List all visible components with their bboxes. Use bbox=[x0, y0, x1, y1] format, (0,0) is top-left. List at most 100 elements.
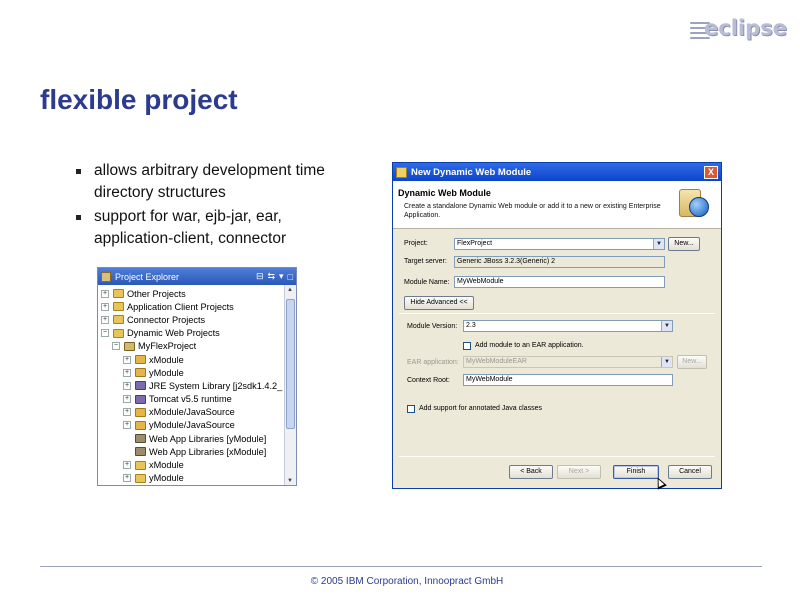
close-icon[interactable]: X bbox=[704, 165, 718, 179]
next-button[interactable]: Next > bbox=[557, 465, 601, 479]
eclipse-logo: eclipse bbox=[690, 14, 787, 44]
tree-item[interactable]: Web App Libraries [yModule] bbox=[101, 432, 282, 445]
tree-item[interactable]: + Tomcat v5.5 runtime bbox=[101, 393, 282, 406]
dialog-heading: Dynamic Web Module bbox=[398, 188, 491, 198]
tree-item-label: xModule bbox=[149, 460, 184, 471]
expand-icon[interactable]: + bbox=[123, 408, 131, 417]
tree-item[interactable]: + yModule bbox=[101, 472, 282, 485]
tree-item-label: yModule bbox=[149, 367, 184, 378]
tree-item[interactable]: + xModule/JavaSource bbox=[101, 406, 282, 419]
separator bbox=[399, 456, 715, 457]
scroll-down-icon[interactable]: ▼ bbox=[287, 478, 293, 484]
jar-icon bbox=[135, 447, 146, 457]
hide-advanced-button[interactable]: Hide Advanced << bbox=[404, 296, 474, 310]
project-combo[interactable]: FlexProject ▼ bbox=[454, 238, 665, 250]
dialog-titlebar: New Dynamic Web Module X bbox=[393, 163, 721, 181]
explorer-icon bbox=[101, 271, 111, 282]
tree-item[interactable]: + Other Projects bbox=[101, 287, 282, 300]
folder-icon bbox=[135, 473, 146, 483]
tree-item-label: Other Projects bbox=[127, 288, 186, 299]
scroll-thumb[interactable] bbox=[286, 299, 295, 429]
project-value: FlexProject bbox=[457, 240, 493, 247]
tree-item-label: Web App Libraries [yModule] bbox=[149, 433, 267, 444]
tree-item-label: yModule/JavaSource bbox=[149, 420, 235, 431]
collapse-icon[interactable]: − bbox=[112, 342, 120, 351]
expand-icon[interactable]: + bbox=[123, 474, 131, 483]
chevron-down-icon[interactable]: ▼ bbox=[653, 239, 664, 249]
tree-item[interactable]: + yModule/JavaSource bbox=[101, 419, 282, 432]
folder-icon bbox=[113, 289, 124, 299]
expand-icon[interactable] bbox=[123, 435, 131, 443]
version-value: 2.3 bbox=[466, 322, 476, 329]
expand-icon[interactable]: + bbox=[123, 368, 131, 377]
tree-item[interactable]: + Connector Projects bbox=[101, 313, 282, 326]
tree-item-label: Web App Libraries [xModule] bbox=[149, 446, 267, 457]
tree-item[interactable]: + Application Client Projects bbox=[101, 300, 282, 313]
context-root-input[interactable]: MyWebModule bbox=[463, 374, 673, 386]
web-module-icon bbox=[679, 187, 711, 221]
expand-icon[interactable]: + bbox=[123, 461, 131, 470]
tree-item[interactable]: + JRE System Library [j2sdk1.4.2_ bbox=[101, 379, 282, 392]
ear-application-combo[interactable]: MyWebModuleEAR ▼ bbox=[463, 356, 673, 368]
back-button[interactable]: < Back bbox=[509, 465, 553, 479]
tree-item-label: Tomcat v5.5 runtime bbox=[149, 394, 232, 405]
tree-item-label: xModule bbox=[149, 354, 184, 365]
lib-icon bbox=[135, 381, 146, 391]
module-version-combo[interactable]: 2.3 ▼ bbox=[463, 320, 673, 332]
expand-icon[interactable]: + bbox=[101, 302, 109, 311]
expand-icon[interactable]: + bbox=[123, 421, 131, 430]
collapse-all-icon[interactable]: ⊟ bbox=[256, 271, 264, 282]
expand-icon[interactable]: + bbox=[123, 381, 131, 390]
dialog-icon bbox=[396, 166, 407, 178]
bullet-icon bbox=[76, 169, 81, 174]
folder-icon bbox=[113, 315, 124, 325]
annotated-classes-checkbox[interactable] bbox=[407, 405, 415, 413]
tree-item-label: yModule bbox=[149, 473, 184, 484]
expand-icon[interactable] bbox=[123, 448, 131, 456]
chevron-down-icon[interactable]: ▼ bbox=[661, 321, 672, 331]
maximize-icon[interactable]: □ bbox=[288, 272, 293, 282]
add-ear-checkbox[interactable] bbox=[463, 342, 471, 350]
target-server-label: Target server: bbox=[404, 258, 447, 265]
scroll-up-icon[interactable]: ▲ bbox=[287, 287, 293, 293]
module-name-input[interactable]: MyWebModule bbox=[454, 276, 665, 288]
expand-icon[interactable]: + bbox=[101, 315, 109, 324]
tree-item[interactable]: Web App Libraries [xModule] bbox=[101, 445, 282, 458]
tree-item-label: MyFlexProject bbox=[138, 341, 197, 352]
project-new-button[interactable]: New... bbox=[668, 237, 700, 251]
tree-item[interactable]: + xModule bbox=[101, 458, 282, 471]
link-editor-icon[interactable]: ⇆ bbox=[267, 271, 275, 282]
view-menu-icon[interactable]: ▾ bbox=[279, 271, 284, 282]
tree-item[interactable]: + xModule bbox=[101, 353, 282, 366]
annotated-classes-label: Add support for annotated Java classes bbox=[419, 405, 542, 412]
bullet-icon bbox=[76, 215, 81, 220]
collapse-icon[interactable]: − bbox=[101, 329, 109, 338]
new-dynamic-web-module-dialog: New Dynamic Web Module X Dynamic Web Mod… bbox=[392, 162, 722, 489]
expand-icon[interactable]: + bbox=[123, 355, 131, 364]
footer-divider bbox=[40, 566, 762, 567]
tree-item[interactable]: + yModule bbox=[101, 366, 282, 379]
context-root-label: Context Root: bbox=[407, 377, 450, 384]
project-label: Project: bbox=[404, 240, 428, 247]
finish-button[interactable]: Finish bbox=[613, 465, 659, 479]
bullet-list: allows arbitrary development time direct… bbox=[74, 160, 364, 252]
explorer-scrollbar[interactable]: ▲ ▼ bbox=[284, 285, 296, 485]
ear-new-button[interactable]: New... bbox=[677, 355, 707, 369]
bullet-text: support for war, ejb-jar, ear, applicati… bbox=[94, 208, 287, 247]
dialog-description: Create a standalone Dynamic Web module o… bbox=[404, 203, 661, 219]
module-version-label: Module Version: bbox=[407, 323, 458, 330]
tree-item-label: Dynamic Web Projects bbox=[127, 328, 220, 339]
project-explorer: Project Explorer ⊟ ⇆ ▾ □ + Other Projects… bbox=[97, 267, 297, 486]
folder-icon bbox=[113, 302, 124, 312]
tree-item[interactable]: − MyFlexProject bbox=[101, 340, 282, 353]
tree-item[interactable]: − Dynamic Web Projects bbox=[101, 327, 282, 340]
expand-icon[interactable]: + bbox=[123, 395, 131, 404]
expand-icon[interactable]: + bbox=[101, 289, 109, 298]
cancel-button[interactable]: Cancel bbox=[668, 465, 712, 479]
bullet-item: allows arbitrary development time direct… bbox=[74, 160, 364, 204]
chevron-down-icon[interactable]: ▼ bbox=[661, 357, 672, 367]
project-tree: + Other Projects + Application Client Proje… bbox=[101, 287, 282, 485]
tree-item-label: JRE System Library [j2sdk1.4.2_ bbox=[149, 380, 283, 391]
ear-value: MyWebModuleEAR bbox=[466, 358, 527, 365]
footer-text: © 2005 IBM Corporation, Innoopract GmbH bbox=[310, 576, 504, 587]
